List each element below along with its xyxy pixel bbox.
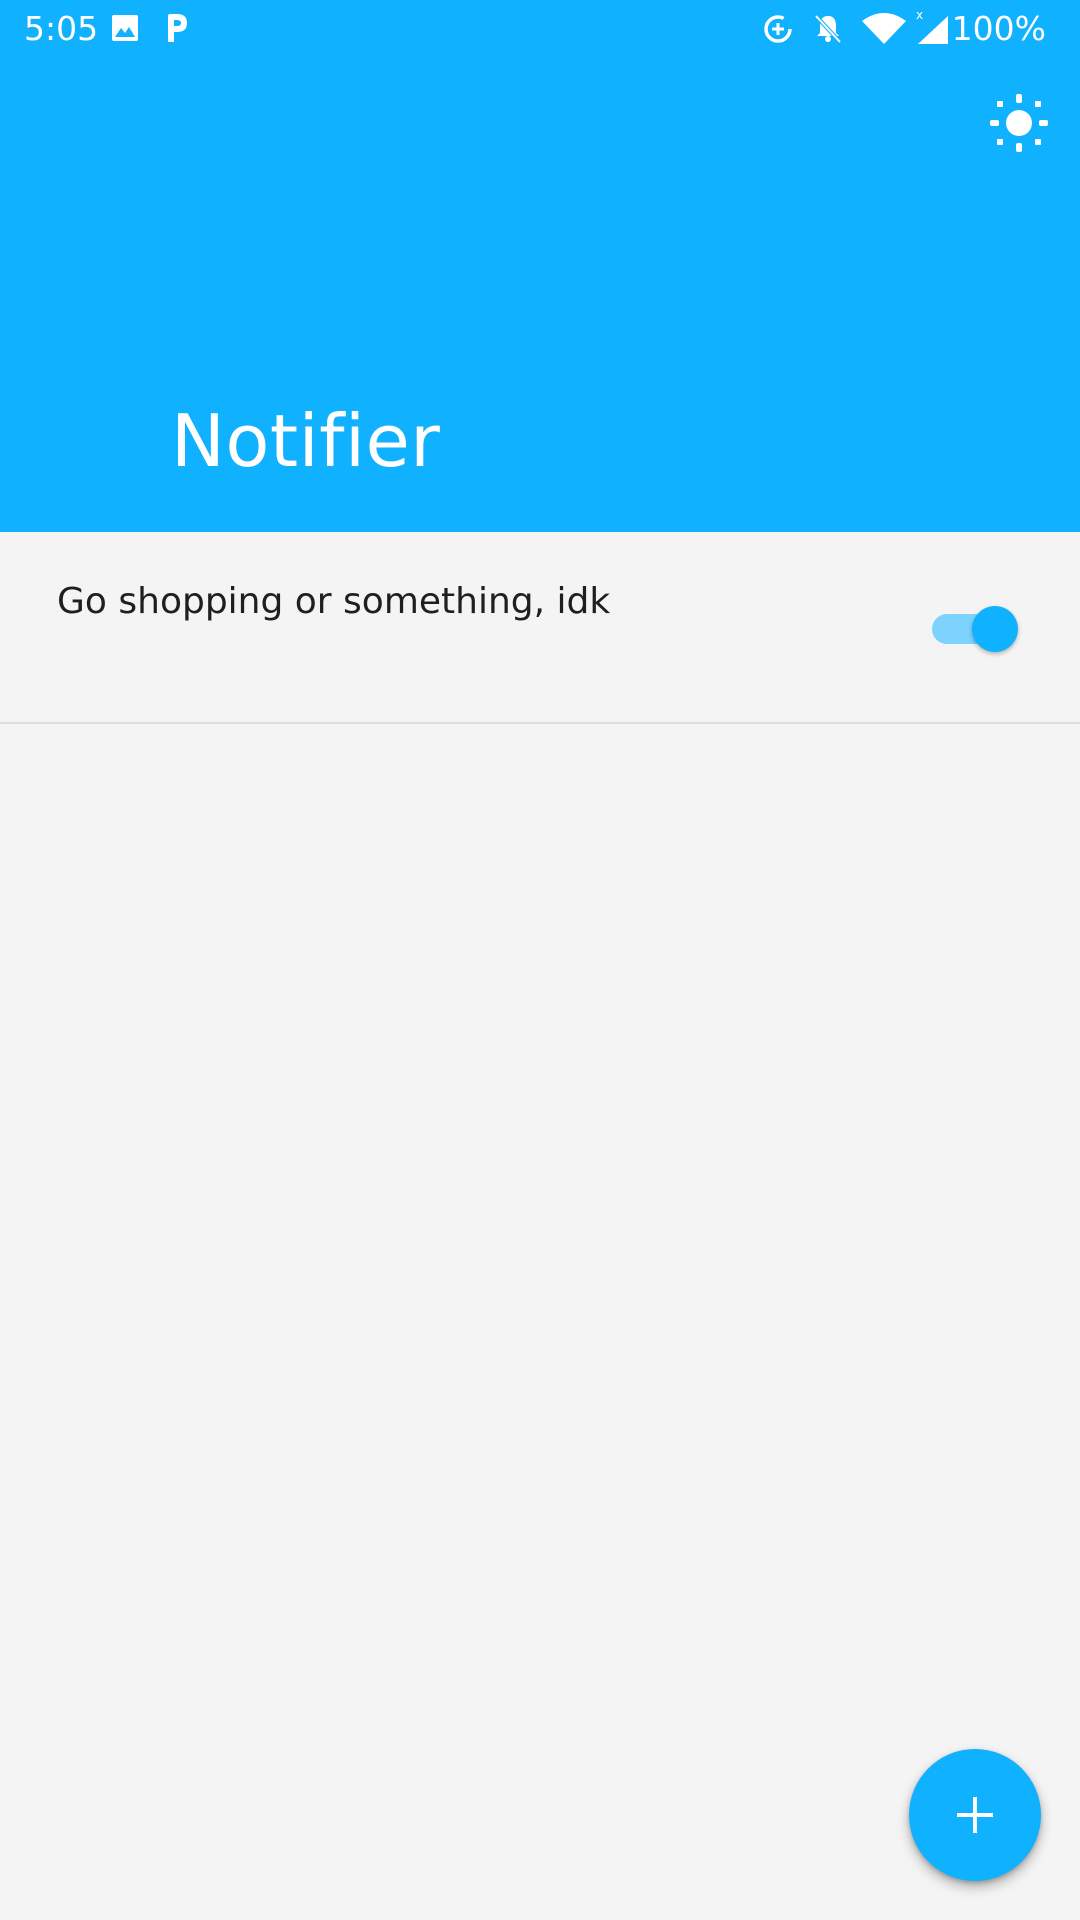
status-time: 5:05	[24, 9, 99, 48]
notifier-screen: 5:05 x 100% Notifier Go shopping or some…	[0, 0, 1080, 1920]
reminder-text: Go shopping or something, idk	[57, 581, 611, 622]
image-icon	[112, 15, 138, 41]
bell-off-icon	[814, 14, 842, 44]
reminder-toggle[interactable]	[932, 606, 1018, 652]
status-bar: 5:05 x 100%	[0, 0, 1080, 58]
toggle-thumb	[972, 606, 1018, 652]
brightness-icon[interactable]	[988, 92, 1050, 154]
battery-level: 100%	[951, 9, 1046, 48]
plus-icon	[957, 1797, 993, 1833]
wifi-icon	[862, 13, 906, 44]
svg-text:x: x	[916, 8, 923, 22]
data-saver-icon	[764, 15, 792, 43]
app-header: 5:05 x 100% Notifier	[0, 0, 1080, 532]
list-item[interactable]: Go shopping or something, idk	[0, 532, 1080, 724]
reminder-list: Go shopping or something, idk	[0, 532, 1080, 724]
cell-signal-icon: x	[916, 8, 948, 44]
add-reminder-button[interactable]	[909, 1749, 1041, 1881]
page-title: Notifier	[171, 399, 441, 483]
p-app-icon	[168, 14, 187, 42]
